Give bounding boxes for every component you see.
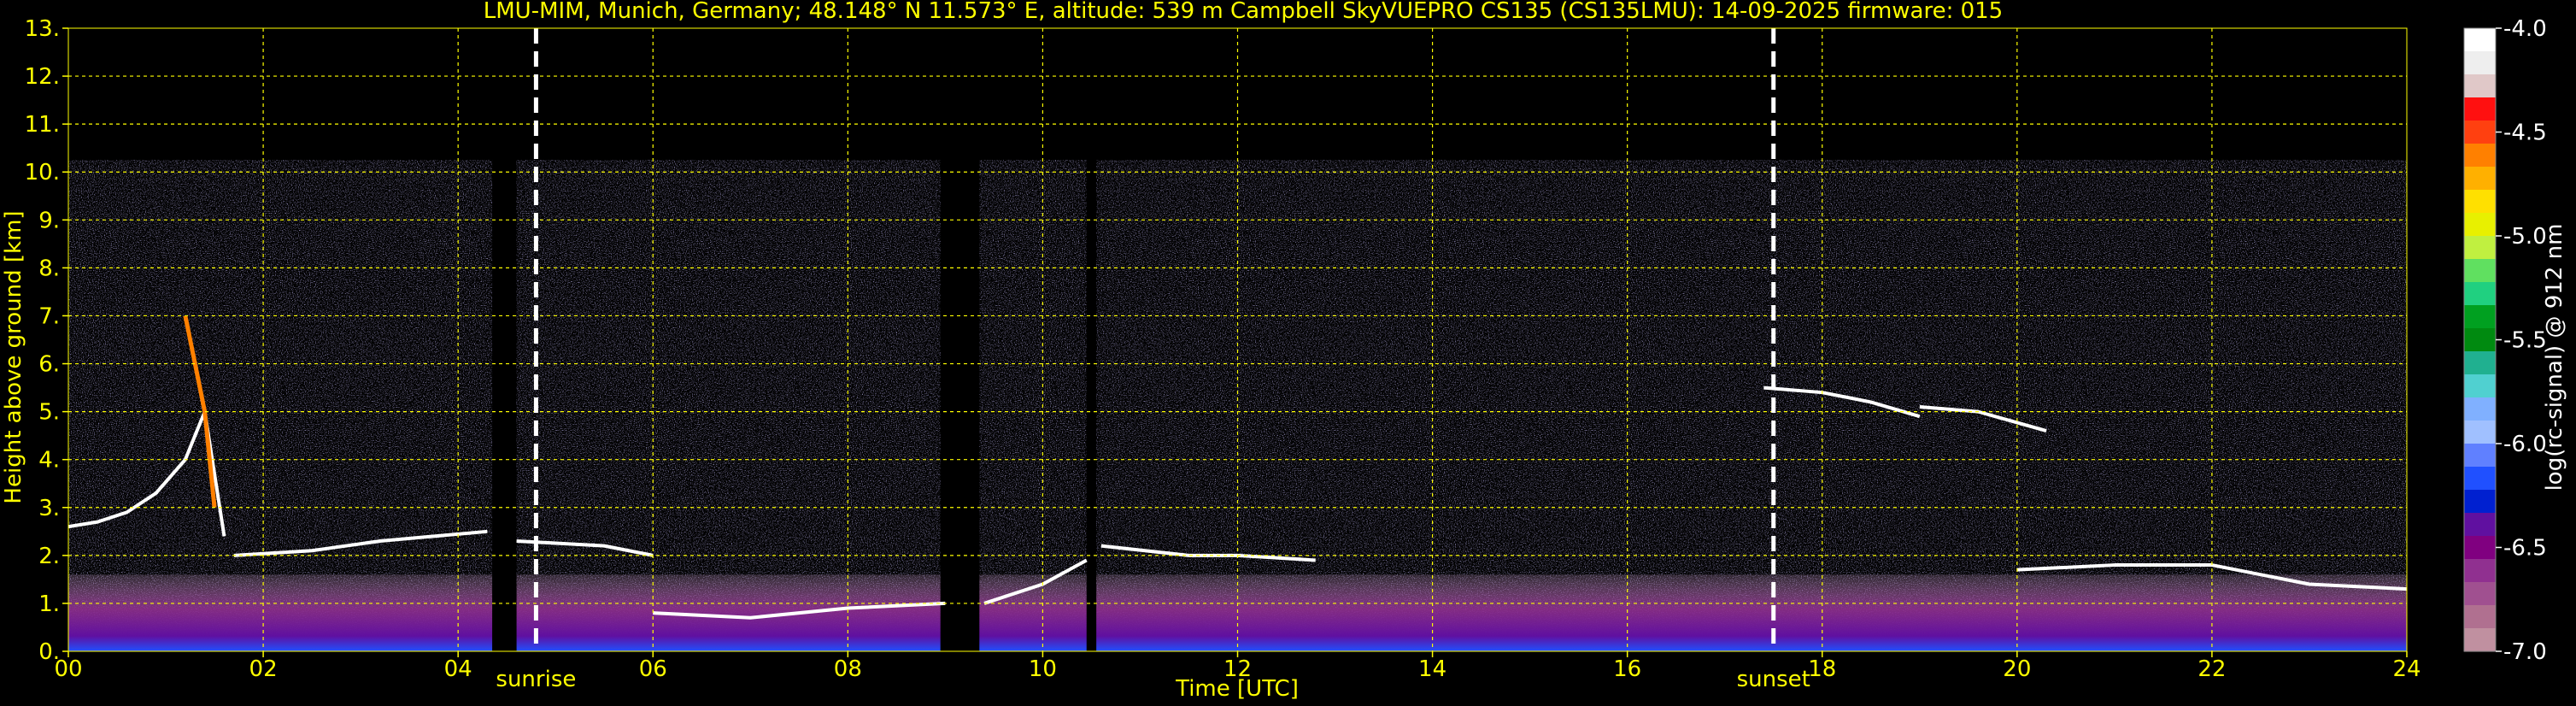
- x-tick-label: 24: [2392, 656, 2421, 682]
- x-tick-label: 22: [2198, 656, 2226, 682]
- colorbar-tick-label: -7.0: [2503, 639, 2547, 665]
- colorbar-swatch: [2464, 536, 2496, 560]
- colorbar-swatch: [2464, 213, 2496, 237]
- x-tick-label: 06: [639, 656, 667, 682]
- colorbar-tick-label: -5.0: [2503, 224, 2547, 250]
- sunset-label: sunset: [1737, 667, 1810, 692]
- y-tick-label: 1.: [38, 591, 60, 617]
- missing-data-gap: [1086, 28, 1097, 651]
- y-axis-label: Height above ground [km]: [1, 210, 26, 503]
- colorbar-tick-label: -6.5: [2503, 536, 2547, 562]
- x-tick-label: 10: [1029, 656, 1057, 682]
- colorbar-swatch: [2464, 559, 2496, 583]
- colorbar-swatch: [2464, 51, 2496, 75]
- y-tick-label: 0.: [38, 639, 60, 665]
- ceilometer-chart: sunrise sunset 00 02 04 06 08 10 12 14 16 18 20 22 24…: [1, 0, 2567, 702]
- x-tick-label: 04: [444, 656, 472, 682]
- x-tick-label: 18: [1808, 656, 1836, 682]
- y-tick-label: 6.: [38, 352, 60, 378]
- y-tick-label: 9.: [38, 208, 60, 233]
- colorbar-tick-label: -5.5: [2503, 328, 2547, 354]
- x-tick-label: 14: [1418, 656, 1446, 682]
- chart-title: LMU-MIM, Munich, Germany; 48.148° N 11.5…: [484, 0, 2003, 24]
- colorbar-swatch: [2464, 121, 2496, 144]
- colorbar-swatch: [2464, 282, 2496, 306]
- colorbar-swatch: [2464, 421, 2496, 444]
- missing-data-gap: [492, 28, 517, 651]
- colorbar-swatch: [2464, 490, 2496, 514]
- colorbar-swatch: [2464, 236, 2496, 260]
- y-tick-label: 11.: [25, 112, 60, 138]
- colorbar-swatch: [2464, 167, 2496, 191]
- colorbar-swatch: [2464, 605, 2496, 629]
- x-tick-label: 08: [834, 656, 862, 682]
- colorbar-swatch: [2464, 28, 2496, 52]
- y-tick-label: 7.: [38, 303, 60, 329]
- colorbar-swatch: [2464, 467, 2496, 491]
- colorbar-swatch: [2464, 305, 2496, 329]
- colorbar-swatch: [2464, 259, 2496, 283]
- y-tick-label: 3.: [38, 496, 60, 521]
- colorbar-label: log(rc-signal) @ 912 nm: [2542, 224, 2567, 491]
- y-tick-label: 12.: [25, 64, 60, 90]
- x-tick-label: 16: [1613, 656, 1641, 682]
- x-tick-label: 20: [2003, 656, 2031, 682]
- colorbar-swatch: [2464, 582, 2496, 606]
- colorbar-swatch: [2464, 74, 2496, 98]
- colorbar-swatch: [2464, 444, 2496, 468]
- sunrise-label: sunrise: [496, 667, 576, 692]
- colorbar-swatch: [2464, 628, 2496, 652]
- missing-data-gap: [940, 28, 980, 651]
- colorbar-swatch: [2464, 144, 2496, 168]
- y-tick-label: 13.: [25, 16, 60, 42]
- colorbar-swatch: [2464, 190, 2496, 214]
- colorbar-swatch: [2464, 397, 2496, 421]
- colorbar-tick-label: -4.5: [2503, 121, 2547, 146]
- y-tick-label: 5.: [38, 400, 60, 426]
- colorbar-swatch: [2464, 328, 2496, 352]
- y-tick-label: 10.: [25, 160, 60, 185]
- colorbar-tick-label: -4.0: [2503, 16, 2547, 42]
- y-tick-label: 4.: [38, 448, 60, 474]
- colorbar-swatch: [2464, 351, 2496, 375]
- colorbar: -4.0 -4.5 -5.0 -5.5 -6.0 -6.5 -7.0: [2463, 16, 2547, 665]
- colorbar-swatch: [2464, 374, 2496, 398]
- colorbar-swatch: [2464, 513, 2496, 537]
- y-tick-label: 2.: [38, 544, 60, 569]
- colorbar-swatch: [2464, 97, 2496, 121]
- colorbar-tick-label: -6.0: [2503, 432, 2547, 457]
- y-tick-label: 8.: [38, 256, 60, 281]
- x-tick-label: 02: [249, 656, 278, 682]
- x-axis-label: Time [UTC]: [1175, 676, 1299, 702]
